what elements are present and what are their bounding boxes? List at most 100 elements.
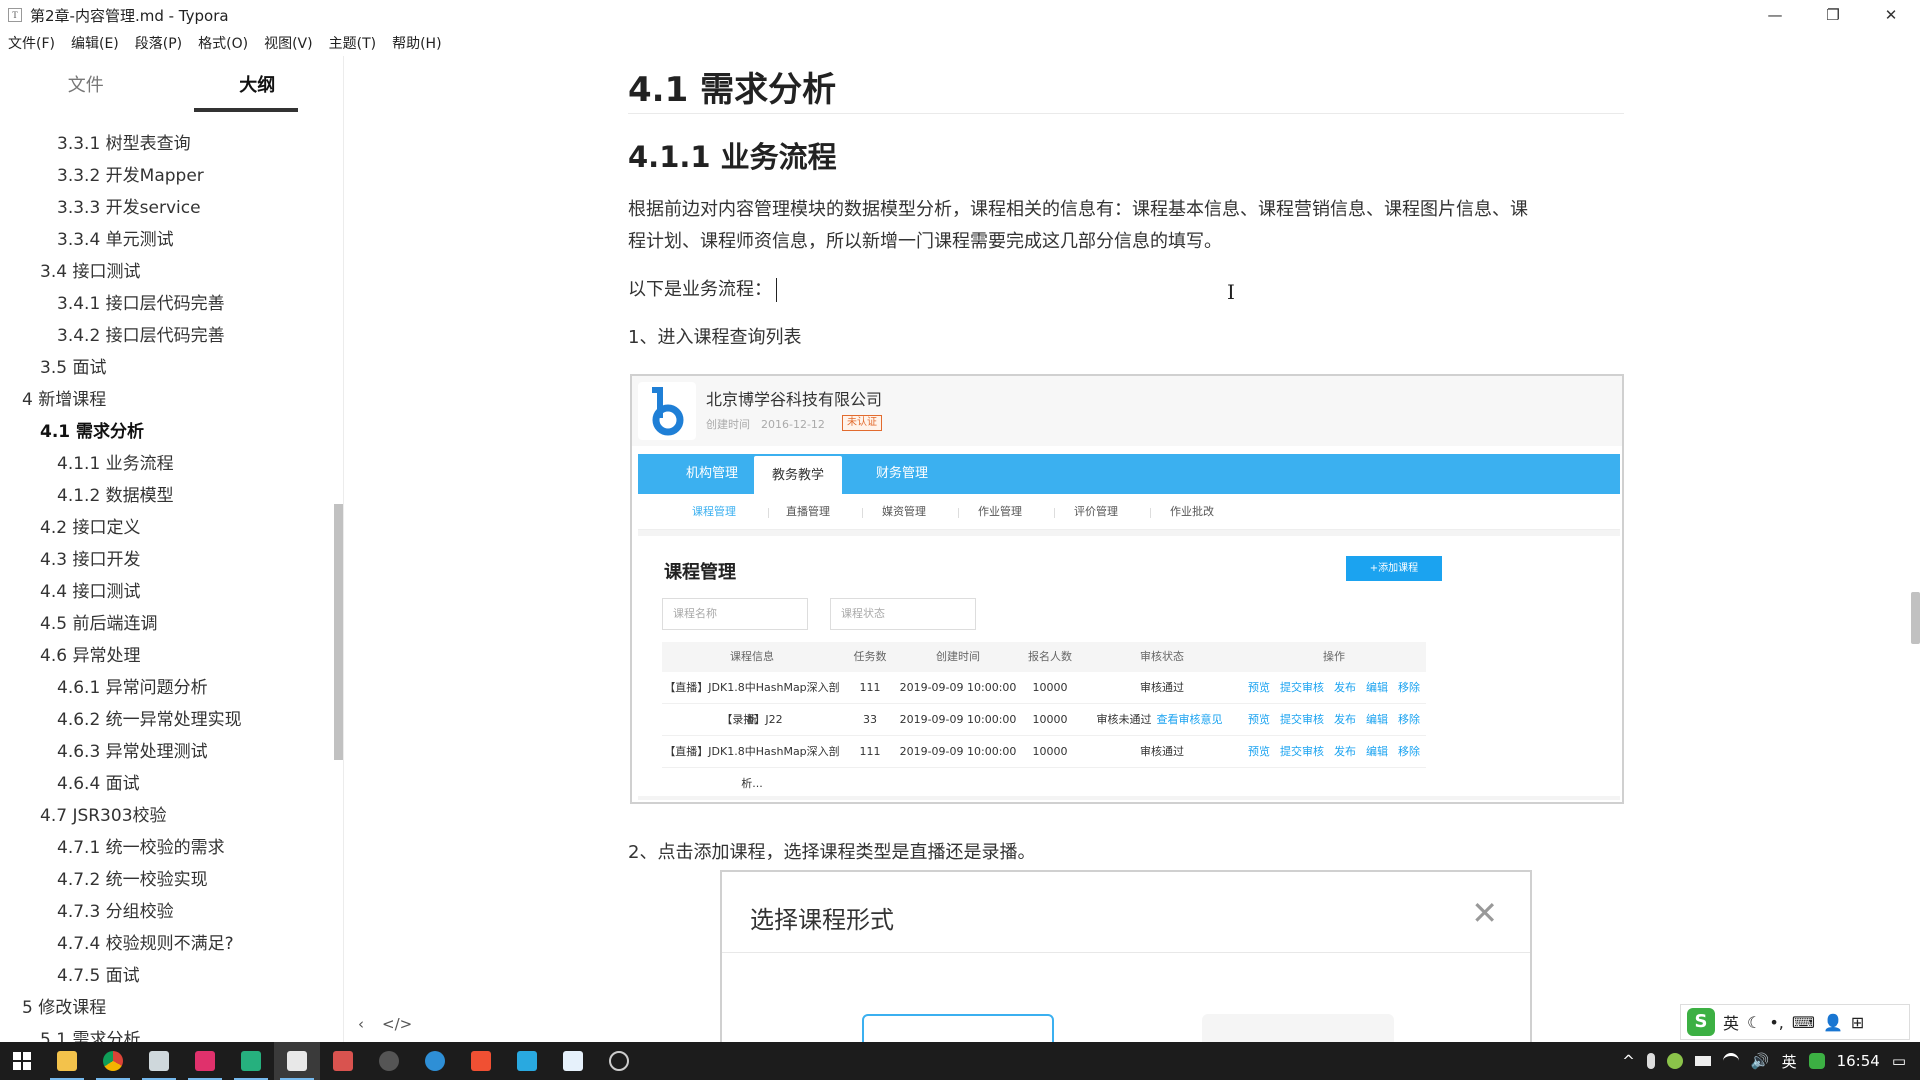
- edge-icon[interactable]: [412, 1042, 458, 1080]
- outline-item[interactable]: 3.4 接口测试: [0, 256, 330, 288]
- minimize-button[interactable]: —: [1746, 0, 1804, 30]
- ime-toolbar[interactable]: S 英 ☾ •, ⌨ 👤 ⊞: [1680, 1004, 1910, 1040]
- outline-item[interactable]: 4.3 接口开发: [0, 544, 330, 576]
- sub-tab-review: 评价管理: [1074, 505, 1118, 518]
- outline-item[interactable]: 4.7 JSR303校验: [0, 800, 330, 832]
- outline-item[interactable]: 4.1.1 业务流程: [0, 448, 330, 480]
- tray-expand-icon[interactable]: ^: [1622, 1052, 1635, 1070]
- outline-item[interactable]: 4.6.3 异常处理测试: [0, 736, 330, 768]
- intellij-icon[interactable]: [182, 1042, 228, 1080]
- outline-item[interactable]: 4.6.2 统一异常处理实现: [0, 704, 330, 736]
- maximize-button[interactable]: ❐: [1804, 0, 1862, 30]
- menu-format[interactable]: 格式(O): [198, 33, 248, 53]
- menu-file[interactable]: 文件(F): [8, 33, 55, 53]
- menu-edit[interactable]: 编辑(E): [71, 33, 119, 53]
- sogou-logo-icon[interactable]: S: [1687, 1008, 1715, 1036]
- paragraph-process: 以下是业务流程：: [628, 274, 1628, 306]
- wifi-icon[interactable]: [1722, 1053, 1739, 1069]
- cell-actions: 预览 提交审核 发布 编辑 移除: [1242, 672, 1426, 703]
- outline-item[interactable]: 5.1 需求分析: [0, 1024, 330, 1042]
- menu-paragraph[interactable]: 段落(P): [135, 33, 182, 53]
- table-row: 【直播】JDK1.8中HashMap深入剖析... 111 2019-09-09 1…: [662, 736, 1426, 790]
- moon-icon[interactable]: ☾: [1747, 1013, 1761, 1032]
- outline-item[interactable]: 4.2 接口定义: [0, 512, 330, 544]
- sidebar-scrollbar[interactable]: [334, 504, 343, 760]
- outline-item[interactable]: 5 修改课程: [0, 992, 330, 1024]
- sub-tab-media: 媒资管理: [882, 505, 926, 518]
- outline-item[interactable]: 4.6 异常处理: [0, 640, 330, 672]
- sogou-tray-icon[interactable]: [1808, 1053, 1825, 1069]
- col-tasks: 任务数: [853, 650, 887, 663]
- explorer-icon[interactable]: [44, 1042, 90, 1080]
- battery-icon[interactable]: [1694, 1056, 1711, 1066]
- clock-app-icon[interactable]: [596, 1042, 642, 1080]
- cell-actions: 预览 提交审核 发布 编辑 移除: [1242, 704, 1426, 735]
- tray-lang[interactable]: 英: [1782, 1051, 1797, 1072]
- outline-item[interactable]: 4.4 接口测试: [0, 576, 330, 608]
- outline-item[interactable]: 4.5 前后端连调: [0, 608, 330, 640]
- ime-lang[interactable]: 英: [1723, 1010, 1739, 1034]
- keyboard-icon[interactable]: ⌨: [1792, 1013, 1815, 1032]
- outline-item[interactable]: 3.3.2 开发Mapper: [0, 160, 330, 192]
- close-button[interactable]: ✕: [1862, 0, 1920, 30]
- course-heading: 课程管理: [664, 562, 736, 583]
- volume-icon[interactable]: 🔊: [1751, 1052, 1770, 1070]
- course-name-input: 课程名称: [662, 598, 808, 630]
- outline-item[interactable]: 3.4.2 接口层代码完善: [0, 320, 330, 352]
- cell-info: 【录播】J22: [721, 713, 783, 726]
- menu-theme[interactable]: 主题(T): [329, 33, 376, 53]
- col-status: 审核状态: [1140, 650, 1184, 663]
- outline-item[interactable]: 4.7.4 校验规则不满足?: [0, 928, 330, 960]
- obs-icon[interactable]: [366, 1042, 412, 1080]
- dialog-title: 选择课程形式: [750, 906, 894, 934]
- editor-scrollbar[interactable]: [1911, 592, 1920, 644]
- heading-4-1: 4.1 需求分析: [628, 70, 837, 110]
- org-logo-icon: [638, 382, 696, 440]
- outline-item[interactable]: 3.4.1 接口层代码完善: [0, 288, 330, 320]
- outline-item[interactable]: 4.7.1 统一校验的需求: [0, 832, 330, 864]
- windows-start-icon[interactable]: [0, 1042, 44, 1080]
- outline-item[interactable]: 4.6.4 面试: [0, 768, 330, 800]
- window-icon[interactable]: [550, 1042, 596, 1080]
- outline-item[interactable]: 3.3.1 树型表查询: [0, 128, 330, 160]
- outline-item[interactable]: 4.1.2 数据模型: [0, 480, 330, 512]
- action-link: 移除: [1398, 713, 1420, 726]
- action-link: 发布: [1334, 681, 1356, 694]
- outline-item[interactable]: 4.7.5 面试: [0, 960, 330, 992]
- menu-view[interactable]: 视图(V): [264, 33, 313, 53]
- col-info: 课程信息: [730, 650, 774, 663]
- tab-outline[interactable]: 大纲: [172, 56, 344, 112]
- typora-icon[interactable]: [274, 1042, 320, 1080]
- app-window-icon[interactable]: [136, 1042, 182, 1080]
- outline-item[interactable]: 4 新增课程: [0, 384, 330, 416]
- action-link: 预览: [1248, 713, 1270, 726]
- git-icon[interactable]: [458, 1042, 504, 1080]
- outline-item[interactable]: 3.3.3 开发service: [0, 192, 330, 224]
- action-link: 发布: [1334, 713, 1356, 726]
- menu-help[interactable]: 帮助(H): [392, 33, 441, 53]
- outline-item[interactable]: 4.7.3 分组校验: [0, 896, 330, 928]
- clock-time[interactable]: 16:54: [1837, 1052, 1880, 1070]
- outline-item[interactable]: 4.6.1 异常问题分析: [0, 672, 330, 704]
- datagrip-icon[interactable]: [228, 1042, 274, 1080]
- chrome-icon[interactable]: [90, 1042, 136, 1080]
- outline-item[interactable]: 3.5 面试: [0, 352, 330, 384]
- outline-list: 3.3.1 树型表查询 3.3.2 开发Mapper 3.3.3 开发service…: [0, 128, 330, 1042]
- capture-icon[interactable]: [504, 1042, 550, 1080]
- cell-count: 10000: [1032, 745, 1068, 758]
- col-actions: 操作: [1323, 650, 1345, 663]
- xmind-icon[interactable]: [320, 1042, 366, 1080]
- outline-item[interactable]: 3.3.4 单元测试: [0, 224, 330, 256]
- outline-item[interactable]: 4.1 需求分析: [0, 416, 330, 448]
- microphone-icon[interactable]: [1646, 1053, 1655, 1069]
- notification-icon[interactable]: ▭: [1892, 1052, 1906, 1070]
- company-name: 北京博学谷科技有限公司: [706, 390, 883, 409]
- course-table: 课程信息 任务数 创建时间 报名人数 审核状态 操作 【直播】JDK1.8中Ha…: [662, 642, 1426, 790]
- tab-files[interactable]: 文件: [0, 56, 172, 112]
- user-icon[interactable]: 👤: [1823, 1013, 1843, 1032]
- punctuation-icon[interactable]: •,: [1769, 1013, 1784, 1032]
- tray-app-icon[interactable]: [1666, 1053, 1683, 1069]
- action-link: 编辑: [1366, 713, 1388, 726]
- outline-item[interactable]: 4.7.2 统一校验实现: [0, 864, 330, 896]
- grid-icon[interactable]: ⊞: [1851, 1013, 1864, 1032]
